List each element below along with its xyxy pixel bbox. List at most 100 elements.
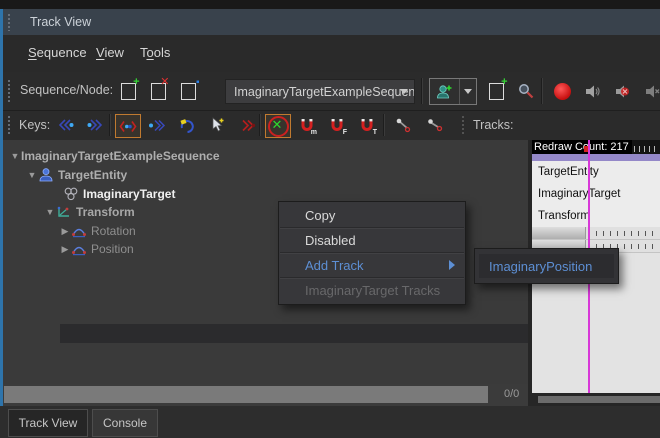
slide-keys-button[interactable]	[145, 114, 169, 136]
timeline-hscrollbar-thumb[interactable]	[538, 396, 660, 403]
mute-all-button[interactable]	[639, 79, 660, 103]
keys-label: Keys:	[19, 118, 50, 132]
menu-item-imaginaryposition[interactable]: ImaginaryPosition	[479, 254, 614, 278]
tree-row-transform[interactable]: ▼ Transform	[44, 203, 135, 221]
record-button[interactable]	[549, 79, 575, 103]
move-keys-button[interactable]	[115, 114, 141, 138]
submenu-arrow-icon	[449, 260, 455, 270]
snap-magnet-button[interactable]: m	[295, 114, 319, 136]
tree-label: ImaginaryTarget	[83, 187, 175, 201]
save-sequence-button[interactable]: ▪	[175, 79, 201, 103]
mute-audio-button[interactable]	[609, 79, 635, 103]
expand-arrow-icon[interactable]: ▼	[26, 170, 38, 180]
curve-track-icon	[71, 223, 87, 239]
slide-keys-icon	[148, 119, 166, 132]
menubar: Sequence View Tools	[3, 35, 660, 72]
bottom-tabbar: Track View Console	[0, 406, 660, 438]
tangent-out-button[interactable]	[423, 114, 447, 136]
tree-row-position[interactable]: ▶ Position	[59, 240, 134, 258]
magnet-subscript: m	[311, 129, 317, 136]
toolbar-gripper[interactable]	[7, 115, 11, 135]
tree-row-imaginarytarget[interactable]: ImaginaryTarget	[63, 185, 175, 203]
page-plus-icon: +	[489, 83, 504, 100]
playhead-marker[interactable]	[584, 146, 588, 152]
scale-keys-button[interactable]	[175, 114, 199, 136]
tree-row-sequence[interactable]: ▼ ImaginaryTargetExampleSequence	[9, 147, 220, 165]
snap-none-button[interactable]: ✕	[265, 114, 291, 138]
expand-arrow-icon[interactable]: ▼	[9, 151, 21, 161]
tree-row-targetentity[interactable]: ▼ TargetEntity	[26, 166, 127, 184]
new-sequence-button[interactable]: +	[115, 79, 141, 103]
magnet-subscript: F	[343, 129, 347, 136]
sequence-select[interactable]: ImaginaryTargetExampleSequence	[225, 79, 415, 104]
scale-keys-icon	[179, 118, 195, 133]
play-audio-button[interactable]	[579, 79, 605, 103]
menu-tools[interactable]: Tools	[140, 45, 170, 60]
toolbar-separator	[259, 114, 261, 136]
speaker-icon	[584, 83, 601, 100]
add-node-button[interactable]	[430, 79, 459, 104]
menu-item-copy[interactable]: Copy	[279, 204, 465, 227]
snap-tick-button[interactable]: T	[355, 114, 379, 136]
sequence-toolbar: Sequence/Node: + ✕ ▪ ImaginaryTargetExam…	[3, 72, 660, 111]
delete-sequence-button[interactable]: ✕	[145, 79, 171, 103]
person-plus-icon	[436, 83, 453, 100]
tangent-icon	[395, 117, 411, 133]
snap-frame-button[interactable]: F	[325, 114, 349, 136]
add-node-dropdown[interactable]	[459, 79, 475, 104]
keys-toolbar: Keys:	[3, 111, 660, 141]
delete-sequence-icon: ✕	[151, 83, 166, 100]
titlebar-gripper[interactable]	[7, 13, 11, 31]
add-track-submenu: ImaginaryPosition	[474, 248, 619, 284]
tree-hscrollbar-thumb[interactable]	[4, 386, 488, 403]
add-node-splitbutton[interactable]	[429, 78, 477, 105]
menu-sequence[interactable]: Sequence	[28, 45, 87, 60]
add-selected-node-button[interactable]: +	[483, 79, 509, 103]
menu-view[interactable]: View	[96, 45, 124, 60]
tree-label: Rotation	[91, 224, 136, 238]
snap-off-icon: ✕	[268, 116, 289, 137]
prev-key-button[interactable]	[53, 114, 77, 136]
trackview-window: Track View Sequence View Tools Sequence/…	[0, 0, 660, 438]
menu-item-disabled[interactable]: Disabled	[279, 229, 465, 252]
transform-icon	[56, 204, 72, 220]
timeline-ruler[interactable]: Redraw Count: 217	[532, 140, 660, 154]
timeline-track-names: TargetEntity ImaginaryTarget Transform	[532, 161, 660, 227]
find-button[interactable]	[513, 79, 539, 103]
record-icon	[554, 83, 571, 100]
track-chip[interactable]	[532, 227, 586, 239]
tangent-in-button[interactable]	[391, 114, 415, 136]
key-counter: 0/0	[504, 388, 519, 400]
add-keys-button[interactable]	[205, 114, 229, 136]
magnet-subscript: T	[373, 129, 377, 136]
tab-track-view[interactable]: Track View	[8, 409, 88, 437]
add-key-cursor-icon	[210, 117, 225, 133]
sequence-select-value: ImaginaryTargetExampleSequence	[226, 85, 414, 99]
tree-label: ImaginaryTargetExampleSequence	[21, 149, 220, 163]
next-key-button[interactable]	[83, 114, 107, 136]
person-icon	[38, 167, 54, 183]
tree-label: Position	[91, 242, 134, 256]
curve-track-icon	[71, 241, 87, 257]
toolbar-gripper[interactable]	[461, 115, 465, 135]
new-sequence-icon: +	[121, 83, 136, 100]
tracks-label: Tracks:	[473, 118, 514, 132]
titlebar[interactable]: Track View	[3, 9, 660, 36]
tree-label: Transform	[76, 205, 135, 219]
track-key-row[interactable]	[532, 227, 660, 240]
tab-console[interactable]: Console	[92, 409, 158, 437]
chevron-down-icon	[400, 89, 408, 94]
expand-arrow-icon[interactable]: ▼	[44, 207, 56, 217]
toolbar-separator	[541, 78, 543, 104]
tangent-icon	[427, 117, 443, 133]
tree-row-rotation[interactable]: ▶ Rotation	[59, 222, 136, 240]
menu-item-add-track[interactable]: Add Track	[279, 254, 465, 277]
toolbar-gripper[interactable]	[7, 79, 11, 103]
timeline-track-label: Transform	[538, 210, 590, 222]
magnifier-icon	[517, 82, 535, 100]
delete-keys-button[interactable]	[235, 114, 259, 136]
prev-key-icon	[57, 118, 74, 132]
toolbar-separator	[383, 114, 385, 136]
collapse-arrow-icon[interactable]: ▶	[59, 244, 71, 255]
collapse-arrow-icon[interactable]: ▶	[59, 226, 71, 237]
